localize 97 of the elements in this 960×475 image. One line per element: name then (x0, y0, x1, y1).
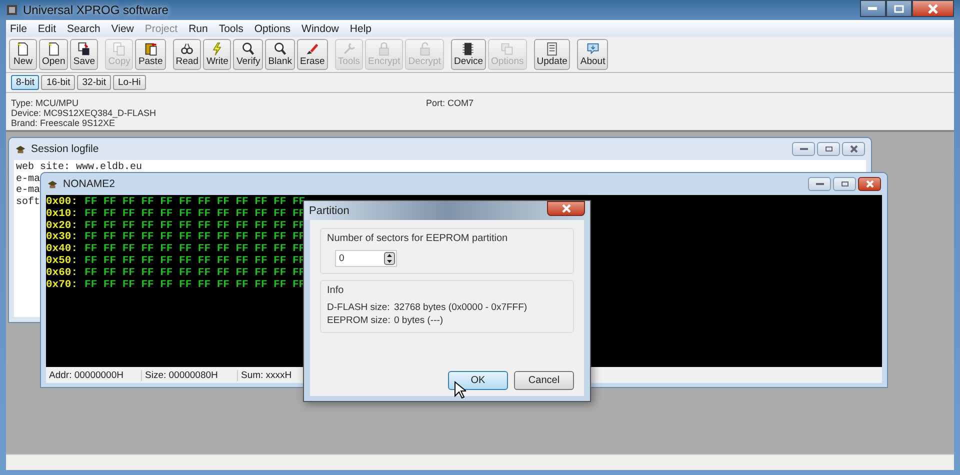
port-text: Port: COM7 (426, 98, 474, 110)
hex-address: 0x00: (46, 197, 78, 209)
toolbar-button[interactable]: Read (172, 39, 202, 70)
info-value: 0 bytes (---) (394, 315, 444, 326)
app-icon (6, 4, 18, 16)
toolbar-button[interactable]: About (577, 39, 608, 70)
document-icon (46, 42, 61, 56)
window-title: Universal XPROG software (23, 3, 168, 17)
log-line: web site: www.eldb.eu (16, 162, 142, 174)
maximize-icon (840, 181, 848, 187)
copy-icon (112, 42, 126, 56)
unlock-icon (418, 42, 432, 56)
dialog-button[interactable]: Cancel (514, 371, 574, 390)
device-info-text: Device: MC9S12XEQ384_D-FLASH (11, 108, 158, 118)
group-label: Number of sectors for EEPROM partition (327, 233, 509, 244)
toolbar-button[interactable]: New (9, 39, 37, 70)
toolbar-button[interactable]: Blank (265, 39, 295, 70)
minimize-icon (868, 6, 878, 10)
info-label: EEPROM size: (327, 315, 392, 326)
close-button[interactable] (842, 142, 865, 156)
eraser-icon (305, 42, 320, 56)
hex-address: 0x10: (46, 208, 78, 221)
glasses-icon (180, 42, 194, 56)
menu-item[interactable]: Window (302, 22, 339, 34)
hex-bytes: FF FF FF FF FF FF FF FF FF FF FF FF (84, 197, 306, 209)
close-icon (928, 4, 938, 14)
width-tab[interactable]: 8-bit (11, 75, 40, 90)
group-label: Info (327, 285, 345, 296)
clipboard-icon (144, 42, 158, 56)
menu-item[interactable]: Run (188, 22, 208, 34)
close-button[interactable] (858, 177, 881, 191)
minimize-button[interactable] (860, 0, 886, 17)
log-line: e-ma (16, 174, 40, 185)
menu-item[interactable]: Edit (38, 22, 56, 34)
width-tab[interactable]: 32-bit (77, 75, 112, 90)
menu-item[interactable]: Options (254, 22, 291, 34)
close-icon (866, 180, 874, 188)
menu-item[interactable]: Help (350, 22, 372, 34)
hex-address: 0x20: (46, 220, 78, 232)
lock-icon (377, 42, 392, 56)
toolbar-button[interactable]: Update (534, 39, 570, 70)
app-icon (47, 178, 58, 190)
spin-arrows-icon (384, 252, 395, 265)
close-icon (850, 145, 858, 153)
width-tab[interactable]: 16-bit (41, 75, 76, 90)
hex-address: 0x60: (46, 268, 78, 280)
document-icon (16, 42, 30, 56)
menu-item[interactable]: Search (67, 22, 100, 34)
menu-item[interactable]: Tools (218, 22, 244, 34)
speech-bubble-icon (586, 42, 600, 56)
maximize-button[interactable] (886, 0, 912, 17)
mouse-cursor-icon (454, 381, 466, 399)
minimize-button[interactable] (792, 142, 815, 156)
minimize-icon (816, 182, 824, 186)
close-icon (562, 204, 570, 213)
menu-item[interactable]: File (10, 22, 27, 34)
wrench-icon (342, 42, 356, 56)
log-line: soft (16, 196, 40, 208)
hex-address: 0x70: (46, 280, 78, 292)
device-info-text: Brand: Freescale 9S12XE (11, 118, 116, 128)
hex-address: 0x50: (46, 256, 78, 268)
toolbar-button[interactable]: Erase (296, 39, 328, 70)
list-icon (545, 42, 560, 56)
minimize-icon (800, 148, 808, 150)
close-button[interactable] (912, 0, 954, 17)
dialog-button[interactable]: OK (448, 371, 508, 390)
info-value: 32768 bytes (0x0000 - 0x7FFF) (394, 302, 528, 313)
log-line: e-ma (16, 185, 40, 196)
toolbar-button[interactable]: Verify (233, 39, 264, 70)
width-tab[interactable]: Lo-Hi (113, 75, 146, 90)
toolbar-button[interactable]: Save (70, 39, 98, 70)
magnifier-icon (273, 42, 288, 56)
toolbar-button[interactable]: Paste (135, 39, 166, 70)
maximize-icon (894, 4, 904, 12)
dialog-title: Partition (309, 204, 350, 216)
maximize-icon (824, 146, 832, 152)
disk-icon (77, 42, 92, 56)
toolbar-button[interactable]: Open (39, 39, 68, 70)
menu-item[interactable]: View (111, 22, 134, 34)
chip-icon (461, 42, 476, 56)
status-text: Addr: 00000000H (46, 370, 142, 380)
info-label: D-FLASH size: (327, 302, 391, 313)
app-icon (15, 144, 26, 154)
toolbar-button[interactable]: Write (203, 39, 232, 70)
device-info-text: Type: MCU/MPU (11, 98, 80, 108)
window-title: Session logfile (31, 143, 99, 155)
hex-address: 0x30: (46, 232, 78, 244)
minimize-button[interactable] (808, 177, 831, 191)
sectors-spinbox[interactable]: 0 (335, 250, 397, 267)
maximize-button[interactable] (833, 177, 856, 191)
magnifier-icon (241, 42, 256, 56)
window-title: NONAME2 (63, 178, 115, 190)
hex-address: 0x40: (46, 244, 78, 256)
status-text: Size: 00000080H (142, 370, 238, 380)
close-button[interactable] (547, 201, 585, 216)
toolbar-button[interactable]: Device (450, 39, 486, 70)
maximize-button[interactable] (817, 142, 840, 156)
